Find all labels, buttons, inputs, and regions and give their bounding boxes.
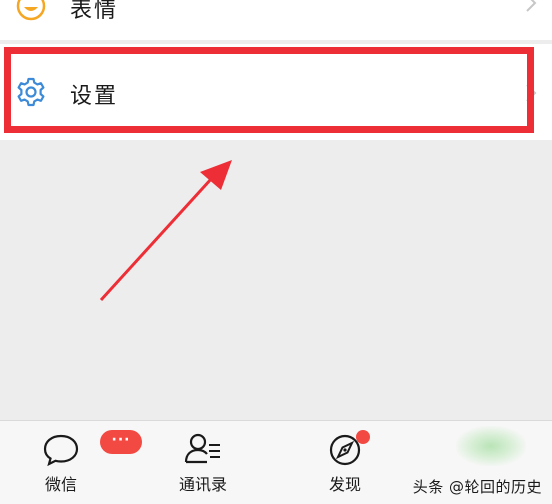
emoji-icon <box>15 0 47 22</box>
chat-bubble-icon <box>41 431 81 467</box>
list-item-label: 设置 <box>70 84 119 109</box>
chevron-right-icon <box>524 0 538 14</box>
tab-me[interactable] <box>456 426 526 466</box>
tab-label: 通讯录 <box>178 475 227 494</box>
watermark: 头条 @轮回的历史 <box>412 478 542 496</box>
notification-dot <box>356 430 370 444</box>
tab-label: 微信 <box>44 475 77 494</box>
tab-contacts[interactable]: 通讯录 <box>148 421 258 504</box>
chevron-right-icon <box>524 82 538 104</box>
contacts-icon <box>183 431 223 467</box>
tab-discover[interactable]: 发现 <box>290 421 400 504</box>
list-item-settings[interactable]: 设置 <box>0 44 552 140</box>
gear-icon <box>15 76 47 108</box>
tab-label: 发现 <box>328 475 361 494</box>
tab-chats[interactable]: 微信 <box>6 421 116 504</box>
list-item-label: 表情 <box>70 0 119 23</box>
unread-badge: ··· <box>100 430 142 454</box>
list-item-emoji[interactable]: 表情 <box>0 0 552 40</box>
